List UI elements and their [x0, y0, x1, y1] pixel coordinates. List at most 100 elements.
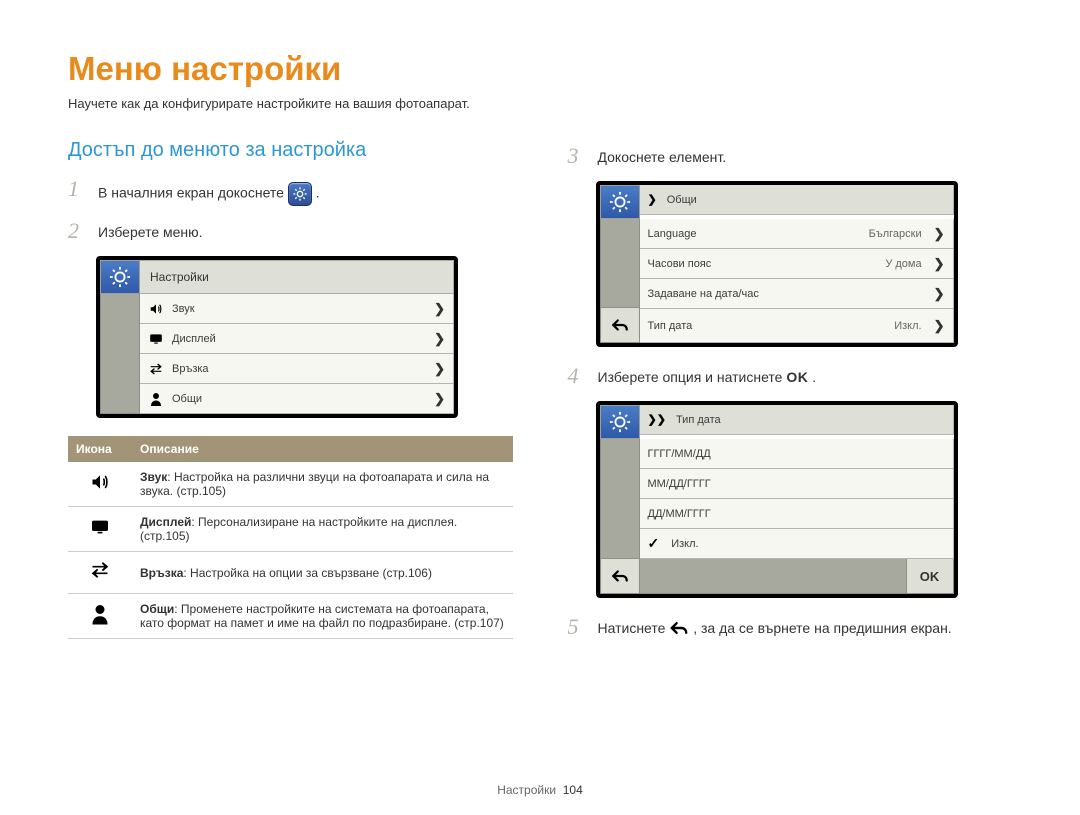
- step-text: Изберете опция и натиснете: [598, 369, 787, 385]
- sidebar-fill: [600, 439, 640, 559]
- term: Връзка: [140, 566, 183, 580]
- person-icon: [148, 392, 164, 406]
- list-label: Тип дата: [648, 320, 887, 332]
- step-3: 3 Докоснете елемент.: [568, 145, 1013, 167]
- list-label: Часови пояс: [648, 258, 878, 270]
- list-value: У дома: [885, 258, 921, 270]
- list-label: Изкл.: [671, 538, 944, 550]
- step-text: Натиснете: [598, 620, 670, 636]
- chevron-right-icon: ❯: [434, 331, 445, 347]
- back-button: [600, 559, 640, 594]
- step-number: 2: [68, 220, 86, 242]
- back-arrow-icon: [669, 620, 689, 639]
- display-icon: [148, 333, 164, 345]
- step-1: 1 В началния екран докоснете .: [68, 178, 513, 206]
- step-number: 4: [568, 365, 586, 387]
- chevron-right-icon: ❯: [434, 361, 445, 377]
- check-icon: ✓: [648, 535, 660, 552]
- gear-icon: [600, 405, 640, 439]
- table-row: Връзка: Настройка на опции за свързване …: [68, 552, 513, 594]
- back-button: [600, 308, 640, 343]
- list-label: Общи: [172, 393, 426, 405]
- screen-header: Тип дата: [676, 414, 721, 426]
- step-4: 4 Изберете опция и натиснете OK .: [568, 365, 1013, 387]
- desc: : Настройка на опции за свързване (стр.1…: [183, 566, 432, 580]
- step-2: 2 Изберете меню.: [68, 220, 513, 242]
- step-number: 1: [68, 178, 86, 200]
- step-text: Докоснете елемент.: [598, 145, 727, 165]
- ok-button: OK: [907, 559, 954, 594]
- step-text-after: .: [316, 185, 320, 201]
- chevron-right-icon: ❯: [934, 256, 945, 272]
- step-text: Изберете меню.: [98, 220, 203, 240]
- connection-icon: [68, 552, 132, 594]
- list-value: Изкл.: [894, 320, 921, 332]
- list-item: Часови пояс У дома ❯: [640, 249, 954, 279]
- term: Общи: [140, 602, 174, 616]
- list-label: Language: [648, 228, 861, 240]
- list-label: ММ/ДД/ГГГГ: [648, 478, 945, 490]
- gear-icon: [288, 182, 312, 206]
- list-label: Задаване на дата/час: [648, 288, 926, 300]
- chevron-right-icon: ❯: [648, 193, 657, 206]
- display-icon: [68, 507, 132, 552]
- list-item: Звук ❯: [140, 294, 454, 324]
- table-row: Общи: Променете настройките на системата…: [68, 594, 513, 639]
- desc: : Настройка на различни звуци на фотоапа…: [140, 470, 489, 498]
- term: Звук: [140, 470, 167, 484]
- list-item: ГГГГ/ММ/ДД: [640, 439, 954, 469]
- chevron-right-icon: ❯: [434, 301, 445, 317]
- gear-icon: [600, 185, 640, 219]
- step-number: 5: [568, 616, 586, 638]
- sidebar-fill: [600, 219, 640, 308]
- general-settings-screenshot: ❯ Общи Language Български: [596, 181, 958, 347]
- list-item: Дисплей ❯: [140, 324, 454, 354]
- th-icon: Икона: [68, 436, 132, 462]
- page-subtitle: Научете как да конфигурирате настройките…: [68, 96, 1012, 111]
- list-value: Български: [869, 228, 922, 240]
- list-item: Връзка ❯: [140, 354, 454, 384]
- chevron-right-icon: ❯: [934, 286, 945, 302]
- screen-header: Настройки: [140, 260, 454, 294]
- list-item: ММ/ДД/ГГГГ: [640, 469, 954, 499]
- term: Дисплей: [140, 515, 191, 529]
- step-text: В началния екран докоснете: [98, 185, 288, 201]
- icon-description-table: Икона Описание Звук: Настройка на различ…: [68, 436, 513, 639]
- sound-icon: [148, 302, 164, 316]
- sound-icon: [68, 462, 132, 507]
- section-title: Достъп до менюто за настройка: [68, 139, 513, 162]
- th-desc: Описание: [132, 436, 513, 462]
- step-number: 3: [568, 145, 586, 167]
- list-item: Language Български ❯: [640, 219, 954, 249]
- step-text-after: .: [812, 369, 816, 385]
- table-row: Дисплей: Персонализиране на настройките …: [68, 507, 513, 552]
- bottom-fill: [640, 559, 907, 594]
- page-number: 104: [563, 783, 583, 797]
- page-title: Меню настройки: [68, 50, 1012, 88]
- connection-icon: [148, 362, 164, 376]
- date-type-screenshot: ❯❯ Тип дата ГГГГ/ММ/ДД: [596, 401, 958, 598]
- list-item: Тип дата Изкл. ❯: [640, 309, 954, 343]
- screen-header: Общи: [667, 194, 697, 206]
- chevron-right-icon: ❯: [934, 318, 945, 334]
- list-label: Връзка: [172, 363, 426, 375]
- list-item: ДД/ММ/ГГГГ: [640, 499, 954, 529]
- page-footer: Настройки 104: [0, 783, 1080, 797]
- list-label: Дисплей: [172, 333, 426, 345]
- list-item: Задаване на дата/час ❯: [640, 279, 954, 309]
- list-item: ✓ Изкл.: [640, 529, 954, 559]
- sidebar-fill: [100, 294, 140, 414]
- person-icon: [68, 594, 132, 639]
- chevron-right-icon: ❯: [934, 226, 945, 242]
- list-item: Общи ❯: [140, 384, 454, 414]
- list-label: Звук: [172, 303, 426, 315]
- table-row: Звук: Настройка на различни звуци на фот…: [68, 462, 513, 507]
- footer-label: Настройки: [497, 783, 556, 797]
- gear-icon: [100, 260, 140, 294]
- step-5: 5 Натиснете , за да се върнете на предиш…: [568, 616, 1013, 639]
- list-label: ДД/ММ/ГГГГ: [648, 508, 945, 520]
- settings-menu-screenshot: Настройки Звук ❯: [96, 256, 458, 418]
- step-text-after: , за да се върнете на предишния екран.: [693, 620, 952, 636]
- chevron-double-right-icon: ❯❯: [648, 413, 666, 426]
- desc: : Променете настройките на системата на …: [140, 602, 504, 630]
